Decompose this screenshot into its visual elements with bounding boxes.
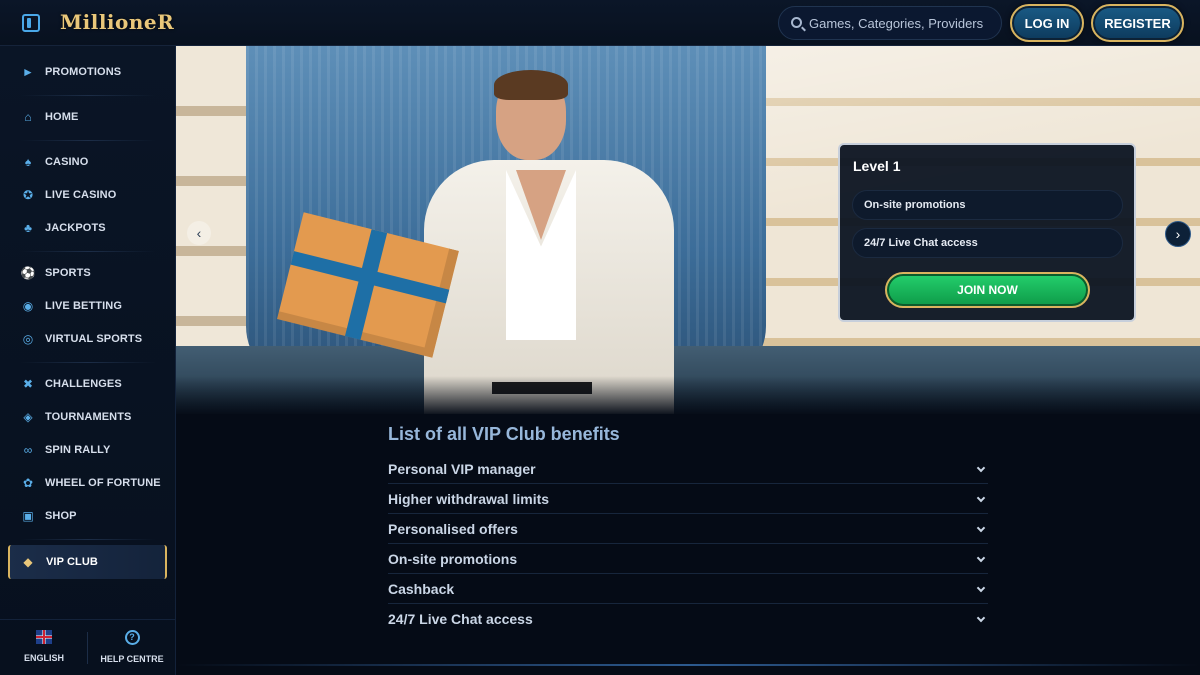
sidebar-item-promotions[interactable]: ► PROMOTIONS [0,58,176,86]
chevron-down-icon [976,613,986,623]
section-title: List of all VIP Club benefits [388,424,620,444]
sidebar-item-label: WHEEL OF FORTUNE [45,477,161,489]
divider [20,140,156,141]
sidebar-item-label: LIVE CASINO [45,189,117,201]
crossed-swords-icon: ✖ [22,377,34,391]
accordion-item[interactable]: Personalised offers [388,514,988,544]
sidebar-item-label: HOME [45,111,79,123]
language-label: ENGLISH [23,653,64,663]
sidebar-item-label: CASINO [45,156,89,168]
carousel-next-icon[interactable]: › [1165,221,1191,247]
sidebar-item-label: VIRTUAL SPORTS [45,333,143,345]
sidebar-item-label: VIP CLUB [46,556,98,568]
clover-icon: ♣ [24,221,32,235]
logo[interactable]: MillioneR [60,10,174,36]
chevron-down-icon [976,583,986,593]
medal-icon: ◈ [23,410,33,424]
chip-icon: ✪ [22,188,34,202]
accordion-label: Higher withdrawal limits [388,490,550,507]
search-input[interactable]: Games, Categories, Providers [778,6,1002,40]
divider [176,664,1200,666]
sidebar-item-virtual-sports[interactable]: ◎ VIRTUAL SPORTS [0,325,176,353]
divider [20,362,156,363]
login-button[interactable]: LOG IN [1010,4,1084,42]
sidebar-item-label: SPORTS [45,267,91,279]
sidebar-item-spin-rally[interactable]: ∞ SPIN RALLY [0,436,176,464]
rally-icon: ∞ [23,443,33,457]
basket-icon: ▣ [22,509,34,523]
soccer-ball-icon: ⚽ [20,266,36,280]
spade-icon: ♠ [24,155,32,169]
sidebar: ► PROMOTIONS ⌂ HOME ♠ CASINO ✪ LIVE CASI… [0,46,176,675]
chevron-down-icon [976,553,986,563]
sidebar-item-live-betting[interactable]: ◉ LIVE BETTING [0,292,176,320]
accordion-item[interactable]: Personal VIP manager [388,454,988,484]
help-centre-link[interactable]: ? HELP CENTRE [88,630,176,667]
top-header: MillioneR Games, Categories, Providers L… [0,0,1200,46]
level-perk: On-site promotions [852,190,1123,220]
sidebar-item-casino[interactable]: ♠ CASINO [0,148,176,176]
sidebar-item-label: LIVE BETTING [45,300,122,312]
sidebar-item-vip-club[interactable]: ◆ VIP CLUB [8,545,167,579]
join-now-button[interactable]: JOIN NOW [885,272,1090,308]
register-button[interactable]: REGISTER [1091,4,1184,42]
accordion-item[interactable]: On-site promotions [388,544,988,574]
accordion-label: On-site promotions [388,550,518,567]
carousel-prev-icon[interactable]: ‹ [187,221,211,245]
sidebar-footer: ENGLISH ? HELP CENTRE [0,619,176,675]
hero-person-image [424,70,674,414]
accordion-label: Personal VIP manager [388,460,536,477]
divider [20,251,156,252]
home-icon: ⌂ [24,110,32,124]
divider [20,95,156,96]
sidebar-item-label: TOURNAMENTS [45,411,132,423]
sidebar-toggle-icon[interactable] [22,14,40,32]
accordion-label: Personalised offers [388,520,518,537]
chevron-down-icon [976,493,986,503]
search-placeholder: Games, Categories, Providers [809,16,984,31]
sidebar-item-sports[interactable]: ⚽ SPORTS [0,259,176,287]
accordion-item[interactable]: 24/7 Live Chat access [388,604,988,634]
accordion-label: 24/7 Live Chat access [388,611,533,627]
sidebar-item-challenges[interactable]: ✖ CHALLENGES [0,370,176,398]
sidebar-item-jackpots[interactable]: ♣ JACKPOTS [0,214,176,242]
chevron-down-icon [976,463,986,473]
sidebar-item-label: SHOP [45,510,77,522]
diamond-icon: ◆ [23,555,33,569]
sidebar-item-label: SPIN RALLY [45,444,111,456]
vip-level-card: Level 1 On-site promotions 24/7 Live Cha… [838,143,1136,322]
accordion-label: Cashback [388,580,455,597]
sidebar-item-wheel-of-fortune[interactable]: ✿ WHEEL OF FORTUNE [0,469,176,497]
help-label: HELP CENTRE [100,654,164,664]
divider [20,539,156,540]
search-icon [791,17,802,28]
wheel-icon: ✿ [22,476,34,490]
uk-flag-icon [36,630,52,644]
sidebar-item-tournaments[interactable]: ◈ TOURNAMENTS [0,403,176,431]
accordion-item[interactable]: Higher withdrawal limits [388,484,988,514]
sidebar-item-label: CHALLENGES [45,378,122,390]
chevron-down-icon [976,523,986,533]
language-selector[interactable]: ENGLISH [0,630,88,666]
hero-background [176,376,1200,414]
vip-benefits-section: List of all VIP Club benefits Personal V… [388,424,988,634]
help-icon: ? [124,630,140,645]
live-bet-icon: ◉ [22,299,34,313]
sidebar-item-shop[interactable]: ▣ SHOP [0,502,176,530]
level-perk: 24/7 Live Chat access [852,228,1123,258]
sidebar-item-home[interactable]: ⌂ HOME [0,103,176,131]
sidebar-item-live-casino[interactable]: ✪ LIVE CASINO [0,181,176,209]
megaphone-icon: ► [22,65,34,79]
sidebar-item-label: JACKPOTS [45,222,106,234]
accordion-item[interactable]: Cashback [388,574,988,604]
level-title: Level 1 [853,158,901,174]
sidebar-item-label: PROMOTIONS [45,66,122,78]
globe-icon: ◎ [22,332,34,346]
